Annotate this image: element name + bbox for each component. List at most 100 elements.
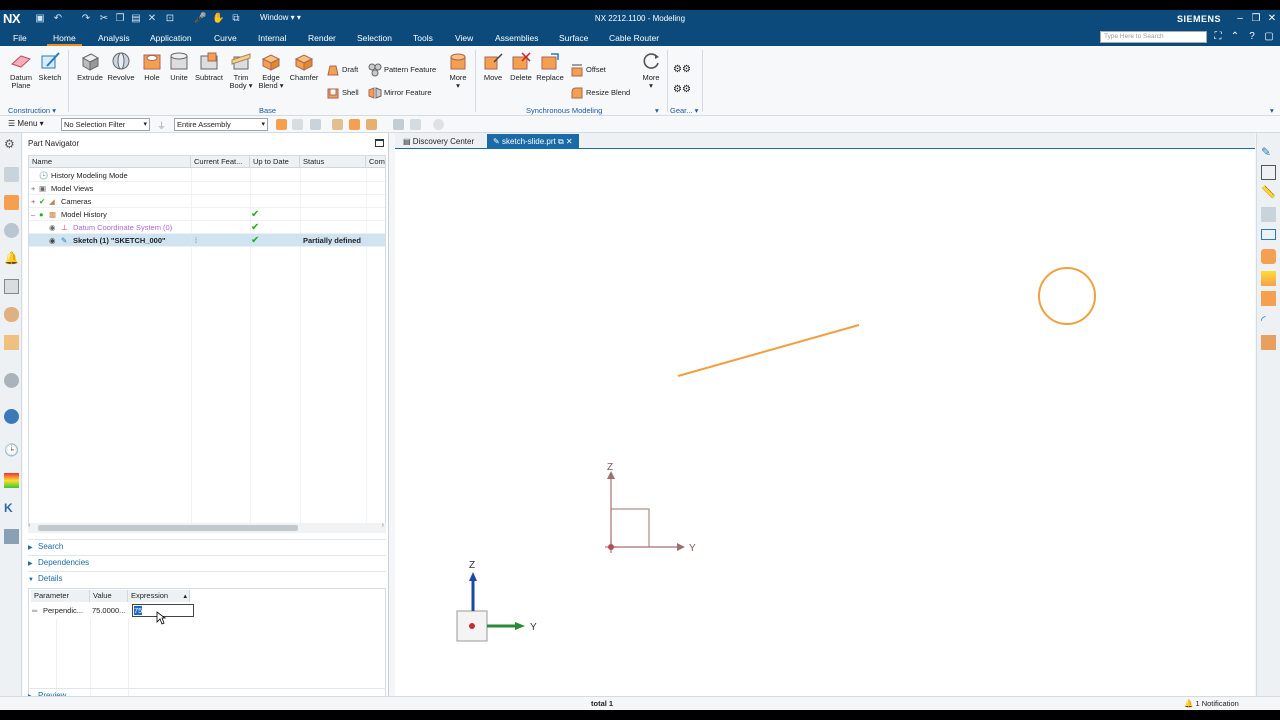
command-search-input[interactable]: Type Here to Search (1100, 31, 1207, 43)
close-button[interactable]: ✕ (1265, 12, 1279, 26)
redo-icon[interactable]: ↷ (80, 13, 92, 25)
roles-icon[interactable] (4, 473, 19, 488)
tab-tools[interactable]: Tools (407, 31, 439, 46)
tab-selection[interactable]: Selection (351, 31, 398, 46)
group-sync-dropdown[interactable]: ▾ (655, 106, 659, 115)
details-header-expression[interactable]: Expression ▲ (128, 590, 190, 602)
window-menu[interactable]: Window ▾ ▾ (260, 13, 301, 22)
datum-coordinate-system[interactable]: Z Y (605, 462, 696, 554)
resize-blend-button[interactable]: Resize Blend (570, 85, 630, 101)
filter-icon[interactable]: ⏚ (157, 119, 168, 131)
undo-icon[interactable]: ↶ (52, 13, 64, 25)
tab-file[interactable]: File (7, 31, 33, 46)
tree-row[interactable]: ◉ ⊥ Datum Coordinate System (0) ✔ (29, 221, 385, 234)
constraint-navigator-icon[interactable] (4, 223, 19, 238)
tab-discovery-center[interactable]: ▤ Discovery Center (397, 134, 480, 149)
detach-tab-icon[interactable]: ⧉ (558, 137, 564, 146)
tree-row[interactable]: + ✔ ◢ Cameras (29, 195, 385, 208)
tab-curve[interactable]: Curve (208, 31, 243, 46)
more-sync-button[interactable]: More ▾ (639, 50, 663, 90)
show-hide-icon[interactable] (393, 119, 404, 130)
globe-icon[interactable] (4, 409, 19, 424)
mirror-feature-button[interactable]: Mirror Feature (368, 85, 432, 101)
hd3d-tools-icon[interactable] (4, 307, 19, 322)
tab-analysis[interactable]: Analysis (92, 31, 136, 46)
search-icon[interactable]: ⌕ (1194, 31, 1206, 43)
tab-home[interactable]: Home (47, 31, 82, 46)
sketch-line[interactable] (677, 324, 860, 377)
collapse-icon[interactable]: – (31, 208, 35, 221)
view-section-icon[interactable] (1261, 207, 1276, 222)
section-dependencies[interactable]: ▶ Dependencies (28, 555, 386, 569)
select-face-icon[interactable] (292, 119, 303, 130)
view-orient-icon[interactable] (410, 119, 421, 130)
subtract-button[interactable]: Subtract (194, 50, 224, 82)
fullscreen-icon[interactable]: ⛶ (1212, 31, 1224, 43)
tree-row[interactable]: 🕒 History Modeling Mode (29, 169, 385, 182)
minimize-button[interactable]: – (1233, 12, 1247, 26)
draft-button[interactable]: Draft (326, 62, 358, 78)
scroll-left-icon[interactable]: ‹ (28, 522, 30, 529)
copy-icon[interactable]: ❐ (114, 13, 126, 25)
microphone-icon[interactable]: 🎤 (194, 13, 206, 25)
trim-body-button[interactable]: Trim Body ▾ (228, 50, 254, 90)
expand-icon[interactable]: + (31, 182, 35, 195)
expand-icon[interactable]: + (31, 195, 35, 208)
move-face-button[interactable]: Move (480, 50, 506, 82)
section-search[interactable]: ▶ Search (28, 539, 386, 553)
tree-row[interactable]: – ● ▩ Model History (29, 208, 385, 221)
layers-icon[interactable] (1261, 271, 1276, 286)
view-triad[interactable]: Z Y (456, 560, 537, 642)
column-header-comment[interactable]: Comm (366, 156, 385, 168)
help-icon[interactable]: ? (1246, 31, 1258, 43)
restore-button[interactable]: ❐ (1249, 12, 1263, 26)
selection-filter-dropdown[interactable]: No Selection Filter ▾ (61, 118, 150, 131)
ribbon-options-icon[interactable]: ▢ (1263, 31, 1275, 43)
ruler-icon[interactable]: 📏 (1261, 185, 1276, 200)
horizontal-scrollbar[interactable]: ‹ › (28, 522, 386, 533)
gear-tool-icon[interactable]: ⚙⚙ (673, 82, 691, 98)
group-label-gear[interactable]: Gear... ▾ (670, 106, 698, 115)
main-menu-button[interactable]: ☰ Menu ▾ (8, 119, 44, 128)
tab-assemblies[interactable]: Assemblies (489, 31, 544, 46)
column-header-current-feature[interactable]: Current Feat... (191, 156, 250, 168)
ribbon-overflow-icon[interactable]: ▾ (1270, 106, 1274, 115)
tree-row-selected[interactable]: ◉ ✎ Sketch (1) "SKETCH_000" ⁞ ✔ Partiall… (29, 234, 385, 247)
tab-surface[interactable]: Surface (553, 31, 594, 46)
tab-internal[interactable]: Internal (252, 31, 292, 46)
web-browser-icon[interactable] (4, 335, 19, 350)
tab-sketch-slide-prt[interactable]: ✎ sketch-slide.prt ⧉ ✕ (487, 134, 579, 149)
column-header-status[interactable]: Status (300, 156, 366, 168)
group-label-construction[interactable]: Construction ▾ (8, 106, 56, 115)
tab-render[interactable]: Render (302, 31, 342, 46)
maximize-panel-icon[interactable] (375, 139, 384, 147)
bell-icon[interactable]: 🔔 (4, 251, 19, 266)
snap-end-icon[interactable] (349, 119, 360, 130)
replace-face-button[interactable]: Replace (535, 50, 565, 82)
unite-button[interactable]: Unite (166, 50, 192, 82)
select-feature-icon[interactable] (276, 119, 287, 130)
rectangle-icon[interactable] (1261, 229, 1276, 240)
eye-icon[interactable]: ◉ (49, 221, 56, 234)
selection-scope-dropdown[interactable]: Entire Assembly ▾ (174, 118, 268, 131)
revolve-button[interactable]: Revolve (106, 50, 136, 82)
pattern-feature-button[interactable]: Pattern Feature (368, 62, 436, 78)
graphics-canvas[interactable]: Z Y Z Y (395, 149, 1255, 704)
assembly-navigator-icon[interactable] (4, 195, 19, 210)
scrollbar-thumb[interactable] (38, 525, 298, 531)
sketch-button[interactable]: Sketch (37, 50, 63, 82)
offset-face-button[interactable]: Offset (570, 62, 606, 78)
cut-icon[interactable]: ✂ (98, 13, 110, 25)
chamfer-button[interactable]: Chamfer (288, 50, 320, 82)
paste-icon[interactable]: ▤ (130, 13, 142, 25)
sketch-task-icon[interactable]: ✎ (1261, 145, 1276, 160)
column-header-up-to-date[interactable]: Up to Date (250, 156, 300, 168)
material-icon[interactable] (1261, 335, 1276, 350)
tab-application[interactable]: Application (144, 31, 198, 46)
collapse-ribbon-icon[interactable]: ⌃ (1229, 31, 1241, 43)
delete-face-button[interactable]: Delete (507, 50, 535, 82)
render-style-icon[interactable] (433, 119, 444, 130)
snap-point-icon[interactable] (332, 119, 343, 130)
touch-mode-icon[interactable]: ✋ (212, 13, 224, 25)
clock-icon[interactable]: 🕒 (4, 443, 19, 458)
